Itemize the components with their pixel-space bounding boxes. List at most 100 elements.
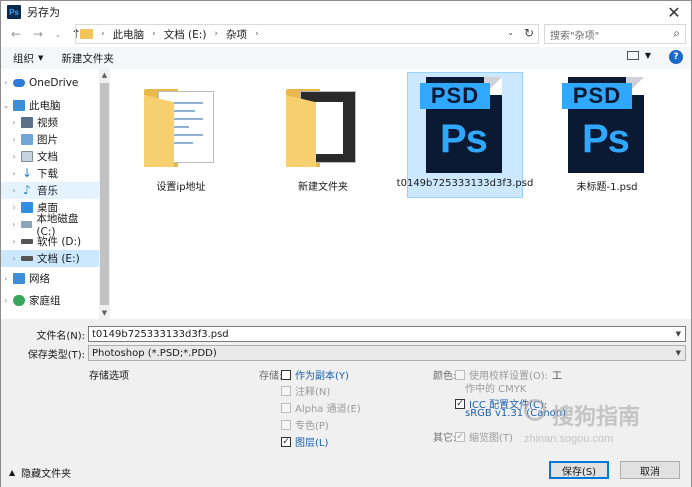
expand-icon[interactable]: › — [9, 135, 19, 144]
layers-checkbox[interactable]: ✓ 图层(L) — [281, 434, 328, 449]
breadcrumb-separator: › — [152, 29, 156, 39]
folder-icon — [80, 29, 93, 39]
expand-icon[interactable]: › — [9, 254, 19, 263]
drive-icon — [20, 221, 33, 228]
sidebar-item-drive-d[interactable]: › 软件 (D:) — [1, 233, 99, 250]
file-item-psd-selected[interactable]: PSD Ps t0149b725333133d3f3.psd — [397, 72, 533, 198]
forward-button[interactable]: → — [29, 25, 47, 43]
sidebar-item-music[interactable]: › ♪ 音乐 — [1, 182, 99, 199]
sidebar-item-label: 此电脑 — [29, 100, 61, 112]
checkbox-icon — [281, 402, 291, 413]
address-bar-row: ← → ⌄ ↑ › 此电脑 › 文档 (E:) › 杂项 › ⌄ ↻ 搜索"杂项… — [1, 23, 691, 45]
sidebar-item-onedrive[interactable]: › OneDrive — [1, 74, 99, 91]
command-bar: 组织 ▼ 新建文件夹 ▼ ? — [1, 47, 691, 69]
checkbox-icon — [455, 369, 465, 380]
photoshop-app-icon: Ps — [7, 5, 21, 19]
expand-icon[interactable]: › — [9, 220, 19, 229]
recent-locations-button[interactable]: ⌄ — [49, 25, 67, 43]
as-copy-label: 作为副本(Y) — [295, 371, 349, 382]
chevron-down-icon[interactable]: ▼ — [676, 330, 681, 338]
sidebar-item-network[interactable]: › 网络 — [1, 270, 99, 287]
scroll-up-icon[interactable]: ▲ — [99, 69, 110, 81]
layers-label: 图层(L) — [295, 438, 329, 449]
expand-icon[interactable]: › — [9, 152, 19, 161]
address-field[interactable]: › 此电脑 › 文档 (E:) › 杂项 › ⌄ ↻ — [75, 24, 539, 44]
back-button[interactable]: ← — [7, 25, 25, 43]
search-icon: ⌕ — [673, 26, 680, 40]
chevron-up-icon: ▲ — [9, 468, 16, 477]
sidebar-item-homegroup[interactable]: › 家庭组 — [1, 292, 99, 309]
drive-icon — [21, 256, 33, 261]
color-group-label: 颜色: — [433, 371, 457, 382]
working-cmyk-text: 作中的 CMYK — [465, 380, 526, 395]
document-icon — [21, 151, 33, 162]
save-as-dialog: Ps 另存为 ✕ ← → ⌄ ↑ › 此电脑 › 文档 (E:) › 杂项 › … — [0, 0, 692, 487]
as-copy-checkbox[interactable]: 作为副本(Y) — [281, 367, 349, 382]
proof-value: 工 — [552, 371, 563, 382]
sidebar-item-videos[interactable]: › 视频 — [1, 114, 99, 131]
expand-icon[interactable]: › — [9, 169, 19, 178]
refresh-icon[interactable]: ↻ — [524, 26, 534, 40]
new-folder-label: 新建文件夹 — [61, 52, 114, 65]
collapse-icon[interactable]: ⌄ — [1, 101, 11, 110]
back-arrow-icon: ← — [10, 27, 22, 41]
notes-label: 注释(N) — [295, 387, 331, 398]
address-dropdown-icon[interactable]: ⌄ — [507, 28, 514, 37]
new-folder-button[interactable]: 新建文件夹 — [61, 51, 114, 66]
music-icon: ♪ — [23, 183, 31, 197]
sidebar-item-label: 文档 (E:) — [37, 253, 80, 265]
scroll-thumb[interactable] — [100, 83, 109, 305]
expand-icon[interactable]: › — [9, 237, 19, 246]
chevron-down-icon: ▼ — [644, 51, 651, 60]
chevron-down-icon: ▼ — [675, 349, 681, 357]
expand-icon[interactable]: › — [1, 274, 11, 283]
sidebar-item-label: 下载 — [37, 168, 58, 180]
checkbox-icon — [281, 385, 291, 396]
sidebar-item-documents[interactable]: › 文档 — [1, 148, 99, 165]
sidebar-item-label: 音乐 — [37, 185, 58, 197]
breadcrumb-drive-e[interactable]: 文档 (E:) — [164, 27, 207, 42]
help-button[interactable]: ? — [669, 50, 683, 64]
window-title: 另存为 — [27, 6, 60, 19]
sidebar-item-label: 软件 (D:) — [37, 236, 82, 248]
filename-label: 文件名(N): — [36, 330, 85, 342]
forward-arrow-icon: → — [32, 27, 44, 41]
view-options-button[interactable]: ▼ — [626, 51, 651, 60]
filename-value: t0149b725333133d3f3.psd — [92, 328, 229, 340]
search-input[interactable]: 搜索"杂项" ⌕ — [544, 24, 686, 44]
sidebar-item-this-pc[interactable]: ⌄ 此电脑 — [1, 97, 99, 114]
sidebar-item-downloads[interactable]: › ↓ 下载 — [1, 165, 99, 182]
expand-icon[interactable]: › — [9, 203, 19, 212]
file-name: t0149b725333133d3f3.psd — [396, 178, 534, 189]
sidebar-item-label: 家庭组 — [29, 295, 61, 307]
psd-file-icon: PSD Ps — [562, 75, 652, 175]
filetype-row: 保存类型(T): Photoshop (*.PSD;*.PDD) ▼ — [1, 345, 691, 361]
expand-icon[interactable]: › — [9, 118, 19, 127]
expand-icon[interactable]: › — [1, 296, 11, 305]
hide-folders-toggle[interactable]: ▲ 隐藏文件夹 — [9, 465, 71, 480]
sidebar-item-pictures[interactable]: › 图片 — [1, 131, 99, 148]
breadcrumb-misc[interactable]: 杂项 — [226, 27, 247, 42]
navigation-scrollbar[interactable]: ▲ ▼ — [99, 69, 110, 319]
cancel-button[interactable]: 取消 — [620, 461, 680, 479]
scroll-down-icon[interactable]: ▼ — [99, 307, 110, 319]
expand-icon[interactable]: › — [1, 78, 11, 87]
close-button[interactable]: ✕ — [665, 3, 683, 22]
file-item-psd[interactable]: PSD Ps 未标题-1.psd — [549, 73, 665, 199]
file-item-folder[interactable]: 设置ip地址 — [123, 73, 239, 199]
filetype-select[interactable]: Photoshop (*.PSD;*.PDD) ▼ — [88, 345, 686, 361]
organize-button[interactable]: 组织 ▼ — [13, 51, 43, 66]
spot-label: 专色(P) — [295, 421, 329, 432]
sidebar-item-drive-c[interactable]: › 本地磁盘 (C:) — [1, 213, 99, 238]
notes-checkbox: 注释(N) — [281, 383, 330, 398]
sidebar-item-drive-e[interactable]: › 文档 (E:) — [1, 250, 99, 267]
drive-icon — [21, 239, 33, 244]
breadcrumb-this-pc[interactable]: 此电脑 — [113, 27, 145, 42]
file-item-folder[interactable]: 新建文件夹 — [265, 73, 381, 199]
filename-input[interactable]: t0149b725333133d3f3.psd ▼ — [88, 326, 686, 342]
save-button[interactable]: 保存(S) — [549, 461, 609, 479]
save-group-label: 存储: — [259, 371, 283, 382]
icc-profile-value: sRGB v1.31 (Canon) — [465, 408, 566, 419]
expand-icon[interactable]: › — [9, 186, 19, 195]
video-icon — [21, 117, 33, 128]
